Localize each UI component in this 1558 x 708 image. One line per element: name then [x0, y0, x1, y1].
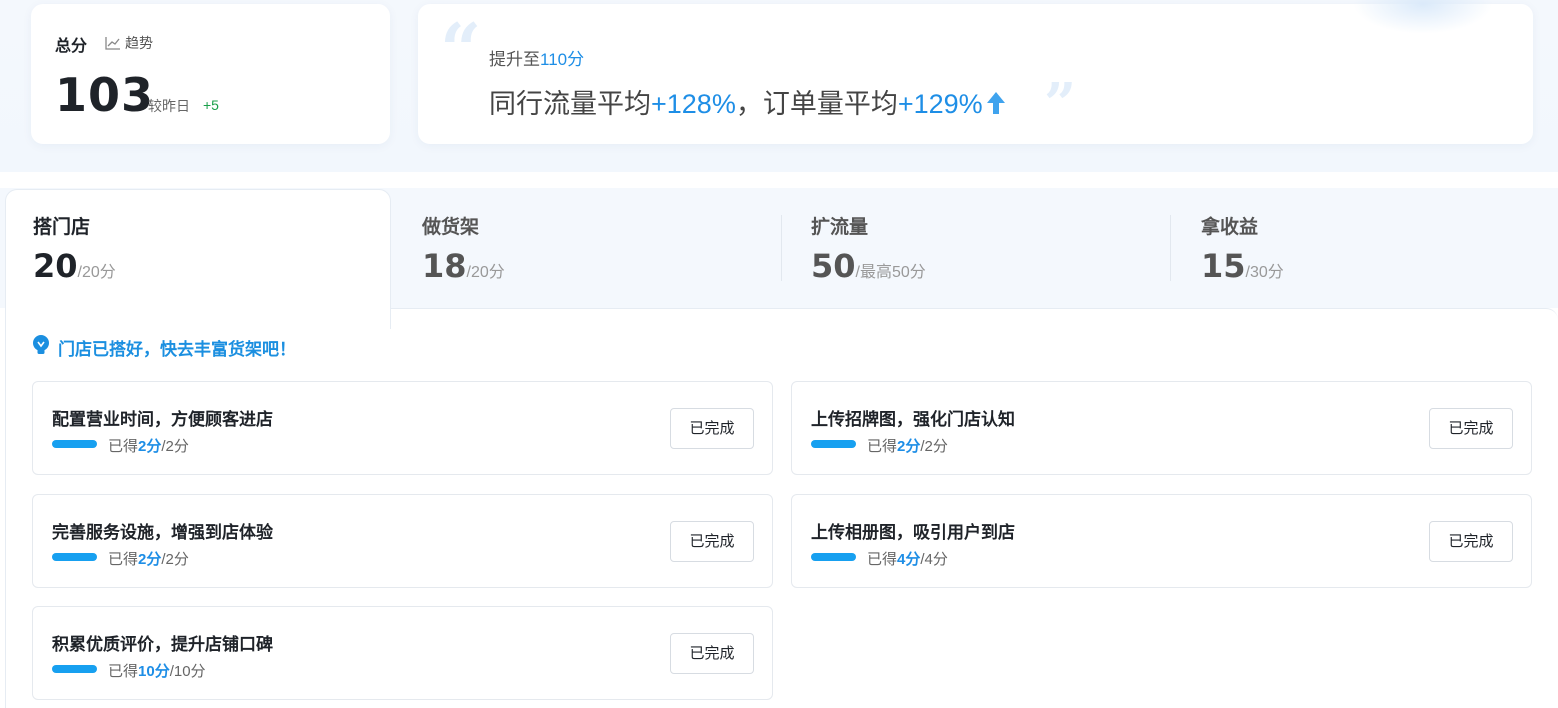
progress-total: /2分 [161, 438, 189, 455]
tab-score-max: /最高50分 [855, 264, 926, 281]
tab-score-value: 15 [1201, 247, 1246, 285]
progress-prefix: 已得 [867, 551, 898, 568]
task-progress-bar [811, 440, 856, 448]
tab-label: 搭门店 [33, 217, 91, 238]
progress-prefix: 已得 [108, 663, 139, 680]
tab-score-max: /30分 [1245, 264, 1284, 281]
tab-traffic[interactable]: 扩流量 50/最高50分 [811, 212, 926, 292]
task-progress-text: 已得4分/4分 [867, 548, 948, 569]
task-progress-text: 已得2分/2分 [867, 435, 948, 456]
tab-label: 做货架 [422, 217, 480, 238]
compare-label: 较昨日 [148, 98, 190, 114]
decorative-blob [1353, 0, 1493, 34]
score-delta: +5 [203, 97, 219, 113]
promo-headline: 同行流量平均+128%，订单量平均+129% [489, 82, 1006, 122]
promo-main-mid: ，订单量平均 [735, 89, 898, 119]
task-title: 上传招牌图，强化门店认知 [811, 410, 1015, 429]
task-progress-text: 已得10分/10分 [108, 660, 206, 681]
promo-card: “ 提升至110分 同行流量平均+128%，订单量平均+129% ” [418, 0, 1533, 144]
task-progress-text: 已得2分/2分 [108, 548, 189, 569]
tab-score: 15/30分 [1201, 247, 1284, 285]
task-progress-bar [52, 440, 97, 448]
progress-total: /4分 [920, 551, 948, 568]
lightbulb-icon [32, 334, 50, 361]
total-score-card: 总分 趋势 103 较昨日 +5 [31, 4, 390, 144]
promo-target-score: 110分 [540, 50, 585, 69]
tab-score-value: 20 [33, 247, 78, 285]
task-completed-button[interactable]: 已完成 [670, 633, 754, 674]
task-card: 上传招牌图，强化门店认知 已得2分/2分 已完成 [791, 381, 1532, 475]
tab-score-value: 50 [811, 247, 856, 285]
progress-total: /2分 [161, 551, 189, 568]
task-card: 配置营业时间，方便顾客进店 已得2分/2分 已完成 [32, 381, 773, 475]
progress-earned: 2分 [138, 551, 162, 568]
progress-prefix: 已得 [867, 438, 898, 455]
tab-score-max: /20分 [466, 264, 505, 281]
quote-close-icon: ” [1044, 71, 1077, 137]
trend-chart-icon [105, 36, 121, 50]
arrow-up-icon [986, 91, 1006, 122]
task-progress-bar [811, 553, 856, 561]
tab-score: 20/20分 [33, 247, 116, 285]
progress-prefix: 已得 [108, 551, 139, 568]
task-completed-button[interactable]: 已完成 [670, 408, 754, 449]
task-card: 积累优质评价，提升店铺口碑 已得10分/10分 已完成 [32, 606, 773, 700]
task-card: 完善服务设施，增强到店体验 已得2分/2分 已完成 [32, 494, 773, 588]
task-completed-button[interactable]: 已完成 [1429, 408, 1513, 449]
progress-earned: 2分 [897, 438, 921, 455]
tip-text: 门店已搭好，快去丰富货架吧！ [58, 340, 296, 359]
promo-order-gain: +129% [897, 89, 983, 119]
trend-link[interactable]: 趋势 [105, 33, 153, 53]
task-title: 完善服务设施，增强到店体验 [52, 523, 273, 542]
progress-total: /2分 [920, 438, 948, 455]
task-progress-text: 已得2分/2分 [108, 435, 189, 456]
task-title: 积累优质评价，提升店铺口碑 [52, 635, 273, 654]
task-title: 配置营业时间，方便顾客进店 [52, 410, 273, 429]
task-progress-bar [52, 553, 97, 561]
tab-shelf[interactable]: 做货架 18/20分 [422, 212, 505, 292]
progress-earned: 4分 [897, 551, 921, 568]
trend-label: 趋势 [125, 35, 153, 51]
tab-score: 18/20分 [422, 247, 505, 285]
tip-banner: 门店已搭好，快去丰富货架吧！ [32, 334, 296, 361]
tab-build-store[interactable]: 搭门店 20/20分 [33, 212, 116, 292]
task-progress-bar [52, 665, 97, 673]
tab-label: 拿收益 [1201, 217, 1259, 238]
promo-main-prefix: 同行流量平均 [489, 89, 651, 119]
task-completed-button[interactable]: 已完成 [670, 521, 754, 562]
progress-earned: 2分 [138, 438, 162, 455]
promo-subtitle: 提升至110分 [489, 45, 584, 70]
tab-score-max: /20分 [77, 264, 116, 281]
tab-label: 扩流量 [811, 217, 869, 238]
tab-divider [1170, 215, 1171, 281]
progress-earned: 10分 [138, 663, 170, 680]
promo-sub-prefix: 提升至 [489, 50, 540, 69]
tab-score-value: 18 [422, 247, 467, 285]
tab-divider [781, 215, 782, 281]
total-score-value: 103 [55, 68, 155, 122]
task-title: 上传相册图，吸引用户到店 [811, 523, 1015, 542]
total-score-title: 总分 [55, 38, 88, 55]
promo-traffic-gain: +128% [651, 89, 736, 119]
quote-open-icon: “ [440, 7, 482, 92]
task-completed-button[interactable]: 已完成 [1429, 521, 1513, 562]
progress-total: /10分 [169, 663, 206, 680]
tab-revenue[interactable]: 拿收益 15/30分 [1201, 212, 1284, 292]
progress-prefix: 已得 [108, 438, 139, 455]
task-card: 上传相册图，吸引用户到店 已得4分/4分 已完成 [791, 494, 1532, 588]
tab-score: 50/最高50分 [811, 247, 926, 285]
